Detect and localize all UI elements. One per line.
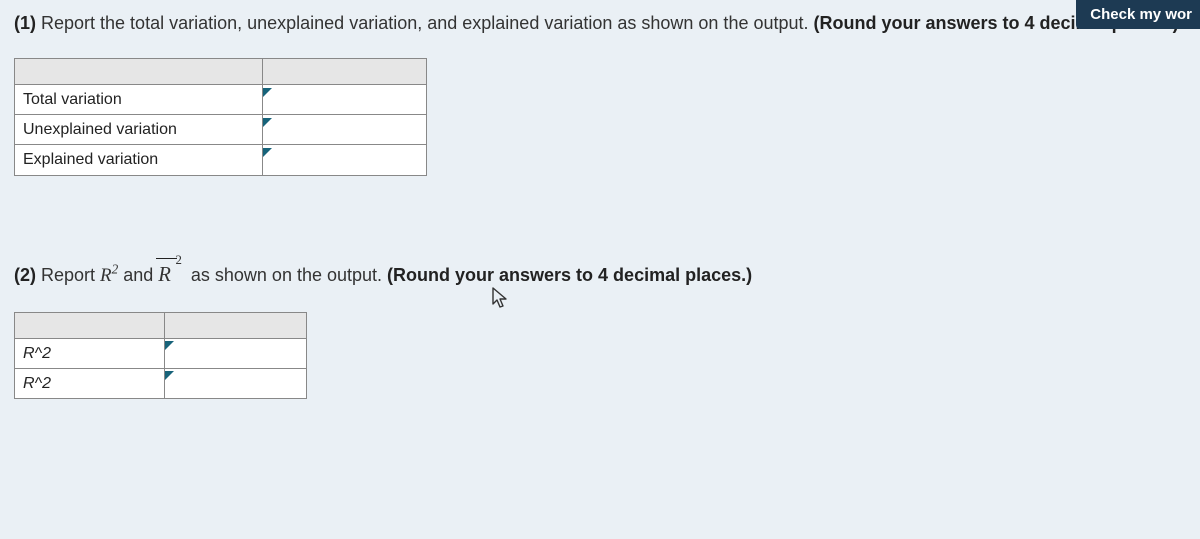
q2-row-label: R^2	[15, 338, 165, 368]
q2-text-a: Report	[36, 265, 100, 285]
input-marker-icon	[165, 371, 174, 380]
check-my-work-button[interactable]: Check my wor	[1076, 0, 1200, 29]
r-bar-squared-symbol: R 2	[158, 258, 171, 290]
check-my-work-label: Check my wor	[1090, 6, 1192, 23]
q2-r2-input[interactable]	[165, 338, 307, 368]
table-row: Explained variation	[15, 145, 427, 175]
q1-unexplained-variation-input[interactable]	[263, 115, 427, 145]
r-squared-symbol: R2	[100, 265, 118, 286]
q1-total-variation-input[interactable]	[263, 85, 427, 115]
q1-number: (1)	[14, 13, 36, 33]
q2-header-blank-right	[165, 312, 307, 338]
r-letter: R	[100, 265, 112, 286]
question-2-prompt: (2) Report R2 and R 2 as shown on the ou…	[14, 258, 1186, 290]
q2-text-d: (Round your answers to 4 decimal places.…	[387, 265, 752, 285]
overbar-icon	[156, 258, 177, 259]
q2-answer-table: R^2 R^2	[14, 312, 307, 399]
q1-row-label: Total variation	[15, 85, 263, 115]
q2-text-c: as shown on the output.	[186, 265, 387, 285]
q1-explained-variation-input[interactable]	[263, 145, 427, 175]
table-row: Total variation	[15, 85, 427, 115]
q1-row-label: Unexplained variation	[15, 115, 263, 145]
q2-row-label: R^2	[15, 368, 165, 398]
q1-row-label: Explained variation	[15, 145, 263, 175]
table-row: Unexplained variation	[15, 115, 427, 145]
q1-header-blank-right	[263, 59, 427, 85]
input-marker-icon	[165, 341, 174, 350]
q1-answer-table: Total variation Unexplained variation Ex…	[14, 58, 427, 176]
q1-text-a: Report the total variation, unexplained …	[36, 13, 814, 33]
table-row: R^2	[15, 368, 307, 398]
question-1-prompt: (1) Report the total variation, unexplai…	[14, 10, 1186, 36]
input-marker-icon	[263, 88, 272, 97]
input-marker-icon	[263, 118, 272, 127]
r-bar-exp: 2	[175, 251, 181, 270]
q2-text-b: and	[118, 265, 158, 285]
q2-header-blank-left	[15, 312, 165, 338]
q2-rbar2-input[interactable]	[165, 368, 307, 398]
question-content: (1) Report the total variation, unexplai…	[0, 0, 1200, 429]
r-bar-letter: R	[158, 264, 171, 286]
input-marker-icon	[263, 148, 272, 157]
q2-number: (2)	[14, 265, 36, 285]
q1-header-blank-left	[15, 59, 263, 85]
table-row: R^2	[15, 338, 307, 368]
